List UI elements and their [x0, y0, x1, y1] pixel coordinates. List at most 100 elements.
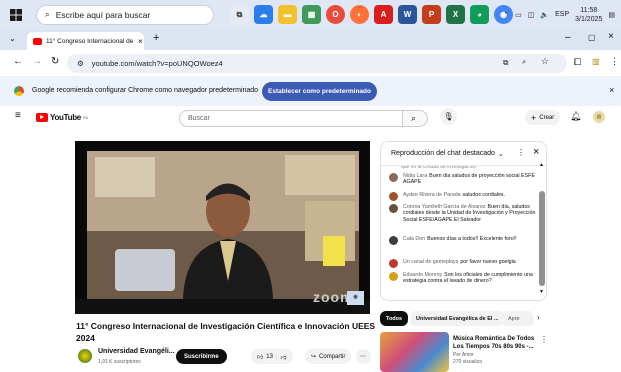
- powerpoint-icon[interactable]: P: [422, 5, 441, 24]
- menu-icon[interactable]: ≡: [15, 110, 21, 121]
- channel-name[interactable]: Universidad Evangéli...: [98, 348, 175, 355]
- volume-icon[interactable]: 🔈: [540, 11, 549, 19]
- like-count[interactable]: 13: [266, 354, 273, 360]
- chat-author-avatar: [389, 173, 398, 182]
- chip-learn[interactable]: Apre: [502, 311, 534, 326]
- network-icon[interactable]: ◫: [528, 11, 535, 19]
- chat-message: Un canal de gameplays por favor nuevo goe…: [389, 259, 537, 268]
- site-settings-icon[interactable]: ⚙: [77, 59, 84, 68]
- recommended-views: 270 visualiza: [453, 359, 482, 365]
- tab-title: 11° Congreso Internacional de I: [46, 37, 134, 45]
- channel-row: Universidad Evangéli... 1,91 K suscripto…: [76, 346, 376, 368]
- calculator-icon[interactable]: ▦: [302, 5, 321, 24]
- chat-message: Cala Don Buenos días a todos!! Excelente …: [389, 236, 537, 245]
- close-tab-icon[interactable]: ×: [138, 37, 143, 46]
- windows-start-icon[interactable]: [6, 5, 26, 25]
- youtube-favicon-icon: [33, 37, 42, 45]
- chat-author-name: Aydee Rivera de Parada: [403, 192, 461, 198]
- youtube-logo[interactable]: YouTube SV: [36, 113, 88, 122]
- chat-title[interactable]: Reproducción del chat destacado: [391, 150, 495, 157]
- subscriber-count: 1,91 K suscriptores: [98, 359, 141, 365]
- back-icon[interactable]: ←: [13, 56, 23, 67]
- recommended-video[interactable]: Música Romántica De Todos Los Tiempos 70…: [380, 332, 555, 372]
- chat-message-cut: que en la Unidad de Investigacion: [401, 166, 477, 170]
- chip-all[interactable]: Todos: [380, 311, 409, 326]
- chat-author-avatar: [389, 259, 398, 268]
- chat-message-body: Corona Yamileth García de Alvarez Buen dí…: [403, 204, 537, 223]
- account-avatar[interactable]: ▥: [593, 111, 605, 123]
- chat-message: Nidia Lara Buen día saludos de proyección…: [389, 173, 537, 186]
- clock-date: 3/1/2025: [575, 15, 603, 23]
- recommended-title[interactable]: Música Romántica De Todos Los Tiempos 70…: [453, 335, 543, 351]
- chat-author-avatar: [389, 192, 398, 201]
- chat-message-body: Aydee Rivera de Parada saludos cordiales.: [403, 192, 505, 201]
- firefox-icon[interactable]: ◐: [350, 5, 369, 24]
- chat-scrollbar-thumb[interactable]: [539, 191, 545, 286]
- chat-author-avatar: [389, 272, 398, 281]
- youtube-search-input[interactable]: Buscar: [179, 110, 403, 127]
- recommended-channel[interactable]: Per Amor: [453, 352, 474, 358]
- pdf-reader-icon[interactable]: A: [374, 5, 393, 24]
- browser-tab[interactable]: 11° Congreso Internacional de I ×: [27, 32, 144, 50]
- reload-icon[interactable]: ↻: [51, 56, 59, 67]
- extensions-icon[interactable]: ⧠: [574, 57, 581, 68]
- chat-author-name: Un canal de gameplays: [403, 259, 459, 265]
- chevron-up-icon[interactable]: ⌃: [503, 11, 509, 19]
- chat-more-icon[interactable]: ⋮: [517, 148, 525, 157]
- file-explorer-icon[interactable]: ▬: [278, 5, 297, 24]
- chat-message-body: Nidia Lara Buen día saludos de proyección…: [403, 173, 537, 186]
- chat-message-body: Un canal de gameplays por favor nuevo goe…: [403, 259, 516, 268]
- voice-search-mic-icon[interactable]: 🎙: [440, 108, 457, 125]
- like-icon[interactable]: 👍︎: [257, 353, 263, 361]
- maximize-icon[interactable]: ▢: [588, 33, 596, 42]
- close-infobar-icon[interactable]: ×: [609, 85, 614, 95]
- scroll-down-icon[interactable]: ▼: [539, 289, 544, 295]
- clock-time: 11:58: [580, 6, 598, 14]
- battery-icon[interactable]: ▭: [515, 11, 522, 19]
- subscribe-button[interactable]: Suscribirme: [176, 349, 227, 364]
- more-actions-button[interactable]: ⋯: [356, 349, 371, 364]
- youtube-search-placeholder: Buscar: [188, 115, 210, 122]
- close-window-icon[interactable]: ×: [608, 31, 614, 42]
- clock[interactable]: 11:58 3/1/2025: [575, 6, 602, 24]
- task-view-icon[interactable]: ⧉: [230, 5, 249, 24]
- recommended-thumbnail[interactable]: [380, 332, 449, 372]
- zoom-icon[interactable]: ⌕: [522, 57, 526, 67]
- youtube-search-button[interactable]: ⌕: [403, 110, 428, 127]
- cast-icon[interactable]: ⧉: [503, 58, 508, 68]
- chevron-right-icon[interactable]: ›: [537, 313, 540, 322]
- recommended-more-icon[interactable]: ⋮: [540, 335, 548, 344]
- language-indicator[interactable]: ESP: [555, 11, 569, 18]
- word-icon[interactable]: W: [398, 5, 417, 24]
- taskbar-search-placeholder: Escribe aquí para buscar: [55, 9, 151, 20]
- profile-icon[interactable]: ▥: [592, 57, 600, 66]
- new-tab-icon[interactable]: +: [153, 32, 159, 44]
- scroll-up-icon[interactable]: ▲: [539, 162, 544, 168]
- chat-scrollbar[interactable]: ▲ ▼: [539, 141, 553, 301]
- minimize-icon[interactable]: –: [565, 32, 571, 43]
- chat-message-text: Buenos días a todos!! Excelente foro!!: [427, 236, 517, 242]
- notifications-bell-icon[interactable]: 🔔︎: [570, 111, 581, 122]
- excel-icon[interactable]: X: [446, 5, 465, 24]
- weather-widget-icon[interactable]: ☁: [254, 5, 273, 24]
- close-chat-icon[interactable]: ×: [533, 146, 539, 158]
- dislike-icon[interactable]: 👎︎: [281, 353, 287, 361]
- share-button[interactable]: ↪ Compartir: [305, 349, 352, 364]
- video-player[interactable]: zoom ❋: [75, 141, 370, 314]
- chevron-down-icon[interactable]: ⌄: [498, 150, 504, 158]
- url-text: youtube.com/watch?v=poUNQOWoez4: [91, 59, 223, 68]
- chip-channel[interactable]: Universidad Evangélica de El ...: [410, 311, 505, 326]
- teams-icon[interactable]: ◕: [470, 5, 489, 24]
- address-bar[interactable]: ⚙ youtube.com/watch?v=poUNQOWoez4 ⧉ ⌕ ☆: [67, 54, 567, 73]
- notification-icon[interactable]: ▤: [608, 11, 615, 19]
- channel-avatar[interactable]: [78, 349, 92, 363]
- opera-icon[interactable]: O: [326, 5, 345, 24]
- bookmark-star-icon[interactable]: ☆: [541, 56, 549, 67]
- create-button[interactable]: + Crear: [525, 110, 561, 125]
- chrome-menu-icon[interactable]: ⋮: [610, 56, 619, 67]
- set-default-button[interactable]: Establecer como predeterminado: [262, 82, 377, 101]
- forward-icon[interactable]: →: [32, 56, 42, 67]
- tab-list-chevron-icon[interactable]: ⌄: [9, 34, 16, 43]
- channel-watermark-icon[interactable]: ❋: [347, 291, 364, 305]
- taskbar-search-box[interactable]: ⌕ Escribe aquí para buscar: [36, 4, 214, 25]
